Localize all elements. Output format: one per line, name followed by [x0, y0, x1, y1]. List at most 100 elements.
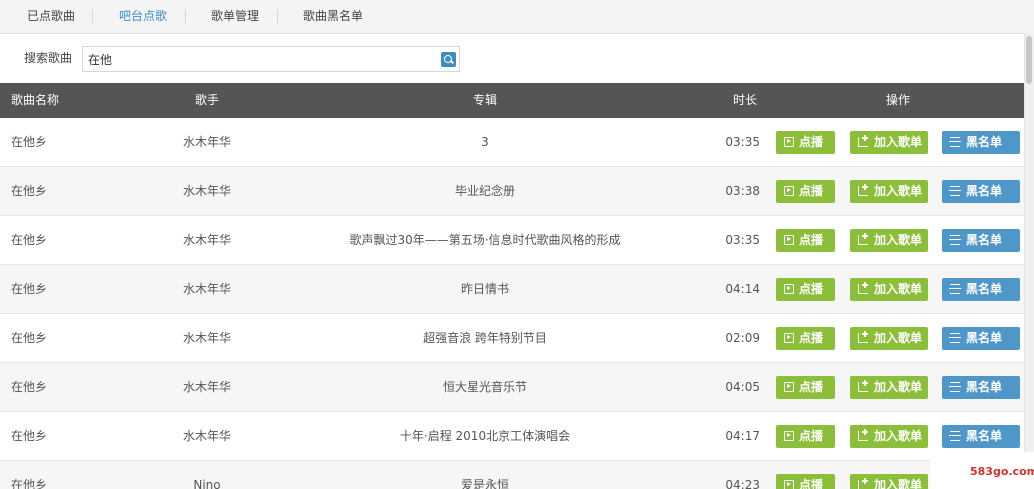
table-row: 在他乡 水木年华 歌声飘过30年——第五场·信息时代歌曲风格的形成 03:35 点播 加入… [0, 216, 1024, 265]
add-button-label: 加入歌单 [874, 135, 923, 149]
header-artist: 歌手 [195, 93, 220, 107]
blacklist-button-label: 黑名单 [966, 135, 1003, 149]
play-button[interactable]: 点播 [776, 376, 835, 399]
app: 已点歌曲 吧台点歌 歌单管理 歌曲黑名单 搜索歌曲 歌曲名称 歌手 专辑 时长 … [0, 0, 1034, 489]
song-name: 在他乡 [11, 380, 48, 394]
artist-name: 水木年华 [182, 282, 231, 296]
play-button[interactable]: 点播 [776, 180, 835, 203]
album-name: 毕业纪念册 [454, 184, 515, 198]
album-name: 3 [481, 135, 489, 149]
table-row: 在他乡 水木年华 超强音浪 跨年特别节目 02:09 点播 加入歌单 黑名单 [0, 314, 1024, 363]
play-button[interactable]: 点播 [776, 327, 835, 350]
artist-name: Nino [193, 478, 221, 489]
blacklist-icon [949, 333, 961, 343]
tab-bar-request[interactable]: 吧台点歌 [119, 0, 167, 33]
search-input[interactable] [88, 51, 428, 67]
table-row: 在他乡 水木年华 恒大星光音乐节 04:05 点播 加入歌单 黑名单 [0, 363, 1024, 412]
add-to-playlist-button[interactable]: 加入歌单 [850, 425, 928, 448]
tab-playlist-management[interactable]: 歌单管理 [211, 0, 259, 33]
album-name: 超强音浪 跨年特别节目 [423, 331, 547, 345]
add-to-playlist-button[interactable]: 加入歌单 [850, 131, 928, 154]
add-to-playlist-button[interactable]: 加入歌单 [850, 327, 928, 350]
blacklist-button[interactable]: 黑名单 [942, 376, 1020, 399]
play-button[interactable]: 点播 [776, 131, 835, 154]
play-icon [784, 284, 794, 294]
table-row: 在他乡 水木年华 毕业纪念册 03:38 点播 加入歌单 黑名单 [0, 167, 1024, 216]
blacklist-button[interactable]: 黑名单 [942, 425, 1020, 448]
add-to-playlist-button[interactable]: 加入歌单 [850, 180, 928, 203]
search-label: 搜索歌曲 [24, 51, 73, 65]
watermark-text: 583go.com [970, 465, 1034, 478]
album-name: 十年·启程 2010北京工体演唱会 [399, 429, 571, 443]
blacklist-icon [949, 235, 961, 245]
song-name: 在他乡 [11, 478, 48, 489]
header-song-name: 歌曲名称 [11, 93, 60, 107]
add-icon [858, 380, 868, 392]
add-to-playlist-button[interactable]: 加入歌单 [850, 376, 928, 399]
artist-name: 水木年华 [182, 233, 231, 247]
header-actions: 操作 [886, 93, 911, 107]
play-button-label: 点播 [799, 429, 824, 443]
play-button-label: 点播 [799, 184, 824, 198]
add-to-playlist-button[interactable]: 加入歌单 [850, 229, 928, 252]
blacklist-button-label: 黑名单 [966, 233, 1003, 247]
album-name: 歌声飘过30年——第五场·信息时代歌曲风格的形成 [349, 233, 621, 247]
song-name: 在他乡 [11, 331, 48, 345]
play-icon [784, 186, 794, 196]
add-to-playlist-button[interactable]: 加入歌单 [850, 474, 928, 489]
play-button[interactable]: 点播 [776, 474, 835, 489]
blacklist-button[interactable]: 黑名单 [942, 180, 1020, 203]
watermark: 583go.com [930, 452, 1034, 489]
artist-name: 水木年华 [182, 331, 231, 345]
tab-divider [277, 9, 278, 24]
play-icon [784, 137, 794, 147]
album-name: 昨日情书 [460, 282, 509, 296]
blacklist-icon [949, 137, 961, 147]
duration: 04:17 [725, 429, 760, 443]
play-icon [784, 235, 794, 245]
table-row: 在他乡Nino爱是永恒04:23点播加入歌单黑名单 [0, 461, 1024, 489]
header-album: 专辑 [473, 93, 498, 107]
search-icon-handle [450, 59, 454, 64]
duration: 04:23 [725, 478, 760, 489]
search-box [82, 46, 460, 72]
play-button[interactable]: 点播 [776, 425, 835, 448]
add-icon [858, 331, 868, 343]
play-button[interactable]: 点播 [776, 278, 835, 301]
play-icon [784, 382, 794, 392]
play-button-label: 点播 [799, 135, 824, 149]
song-table: 歌曲名称 歌手 专辑 时长 操作 在他乡 水木年华 3 03:35 点播 加入歌单 黑名单在… [0, 83, 1024, 489]
album-name: 爱是永恒 [460, 478, 509, 489]
duration: 02:09 [725, 331, 760, 345]
blacklist-icon [949, 186, 961, 196]
play-button-label: 点播 [799, 233, 824, 247]
blacklist-icon [949, 431, 961, 441]
tab-song-blacklist[interactable]: 歌曲黑名单 [303, 0, 363, 33]
scrollbar-track[interactable] [1024, 33, 1034, 489]
song-name: 在他乡 [11, 429, 48, 443]
add-to-playlist-button[interactable]: 加入歌单 [850, 278, 928, 301]
add-icon [858, 282, 868, 294]
play-icon [784, 480, 794, 489]
blacklist-icon [949, 284, 961, 294]
tab-played-songs[interactable]: 已点歌曲 [27, 0, 75, 33]
add-icon [858, 429, 868, 441]
search-button[interactable] [441, 52, 456, 67]
play-icon [784, 431, 794, 441]
add-button-label: 加入歌单 [874, 478, 923, 489]
play-button[interactable]: 点播 [776, 229, 835, 252]
blacklist-button[interactable]: 黑名单 [942, 229, 1020, 252]
add-button-label: 加入歌单 [874, 429, 923, 443]
blacklist-button[interactable]: 黑名单 [942, 278, 1020, 301]
add-button-label: 加入歌单 [874, 380, 923, 394]
duration: 03:35 [725, 233, 760, 247]
tab-divider [185, 9, 186, 24]
scrollbar-thumb[interactable] [1026, 36, 1032, 84]
blacklist-button[interactable]: 黑名单 [942, 131, 1020, 154]
artist-name: 水木年华 [182, 184, 231, 198]
blacklist-button-label: 黑名单 [966, 429, 1003, 443]
blacklist-button[interactable]: 黑名单 [942, 327, 1020, 350]
song-name: 在他乡 [11, 135, 48, 149]
table-row: 在他乡 水木年华 3 03:35 点播 加入歌单 黑名单 [0, 118, 1024, 167]
tab-bar: 已点歌曲 吧台点歌 歌单管理 歌曲黑名单 [0, 0, 1034, 34]
